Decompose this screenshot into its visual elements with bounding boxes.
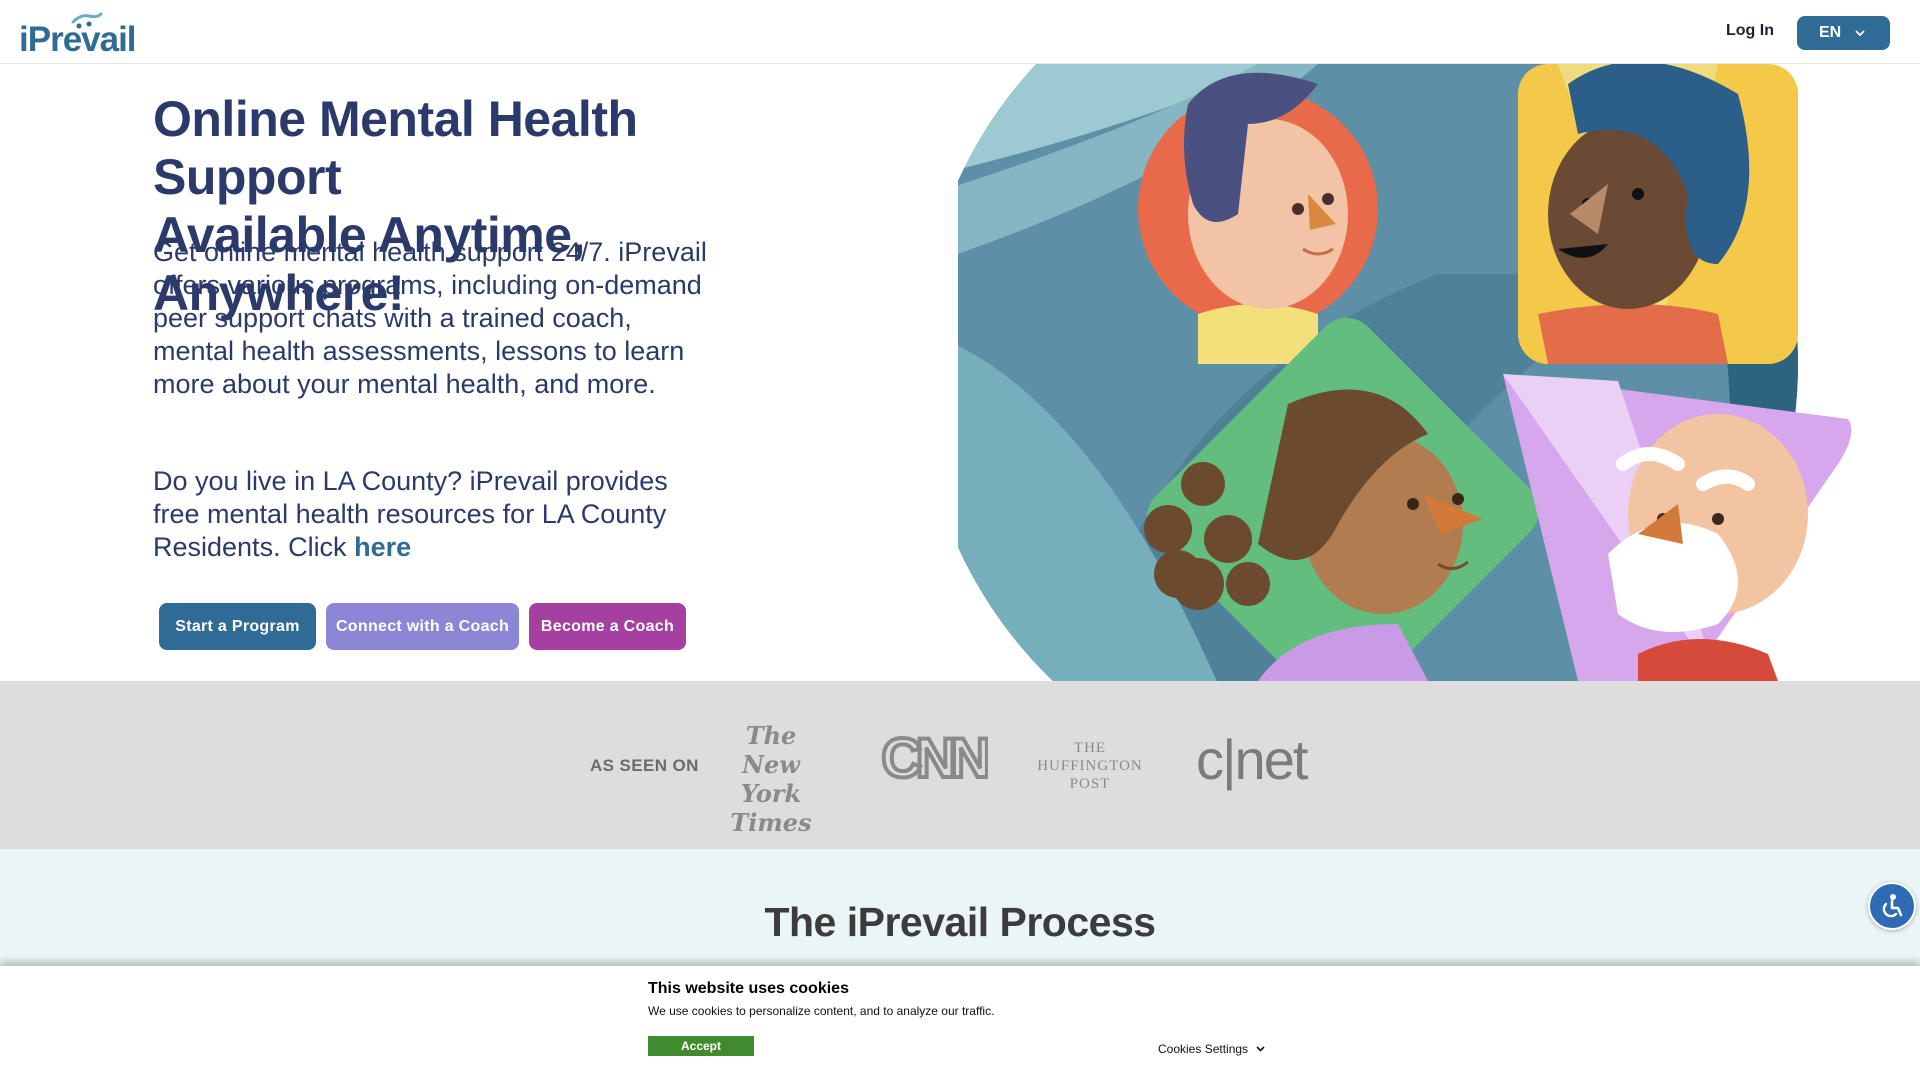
cnn-logo: CNN: [879, 729, 988, 789]
cnn-logo-text: CNN: [881, 729, 987, 789]
huff-logo-line1: THE: [1073, 740, 1107, 756]
la-county-link[interactable]: here: [354, 532, 411, 562]
iprevail-logo[interactable]: iPrevail: [19, 12, 137, 59]
accessibility-icon: [1882, 894, 1903, 918]
cookies-settings-label: Cookies Settings: [1158, 1042, 1249, 1056]
hero-illustration: [958, 64, 1852, 681]
chevron-down-icon: [1855, 29, 1865, 36]
nyt-logo-line2: New York: [740, 750, 802, 808]
nyt-logo-line3: Times: [730, 808, 812, 837]
accessibility-button[interactable]: [1868, 882, 1916, 930]
login-link[interactable]: Log In: [1726, 22, 1774, 40]
cookie-banner: This website uses cookies We use cookies…: [0, 966, 1920, 1080]
person-2-illustration: [1518, 64, 1798, 364]
nyt-logo-line1: The: [745, 721, 797, 750]
huffington-post-logo: THE HUFFINGTON POST: [1035, 739, 1145, 793]
chevron-down-icon: [1256, 1046, 1265, 1052]
la-county-note: Do you live in LA County? iPrevail provi…: [153, 465, 713, 564]
accept-cookies-button[interactable]: Accept: [648, 1036, 754, 1056]
hero-description: Get online mental health support 24/7. i…: [153, 237, 707, 399]
huff-logo-line3: POST: [1069, 776, 1111, 792]
connect-coach-button[interactable]: Connect with a Coach: [326, 603, 519, 650]
press-section: AS SEEN ON The New York Times CNN THE HU…: [0, 681, 1920, 849]
hero-title-line1: Online Mental Health Support: [153, 91, 638, 205]
cnet-logo: c|net: [1196, 728, 1308, 791]
language-selector[interactable]: EN: [1797, 16, 1890, 50]
hero-section: Online Mental Health Support Available A…: [0, 64, 1920, 681]
cookies-settings-toggle[interactable]: Cookies Settings: [1158, 1042, 1265, 1056]
language-label: EN: [1819, 24, 1842, 41]
start-program-button[interactable]: Start a Program: [159, 603, 316, 650]
become-coach-button[interactable]: Become a Coach: [529, 603, 686, 650]
as-seen-on-label: AS SEEN ON: [590, 756, 699, 775]
process-section: The iPrevail Process: [0, 849, 1920, 969]
huff-logo-line2: HUFFINGTON: [1037, 758, 1143, 774]
nyt-logo: The New York Times: [716, 721, 826, 837]
cookie-text: We use cookies to personalize content, a…: [648, 1004, 995, 1018]
process-title: The iPrevail Process: [764, 899, 1156, 945]
site-header: iPrevail Log In EN: [0, 0, 1920, 64]
logo-text: iPrevail: [19, 20, 137, 59]
cookie-title: This website uses cookies: [648, 980, 849, 997]
